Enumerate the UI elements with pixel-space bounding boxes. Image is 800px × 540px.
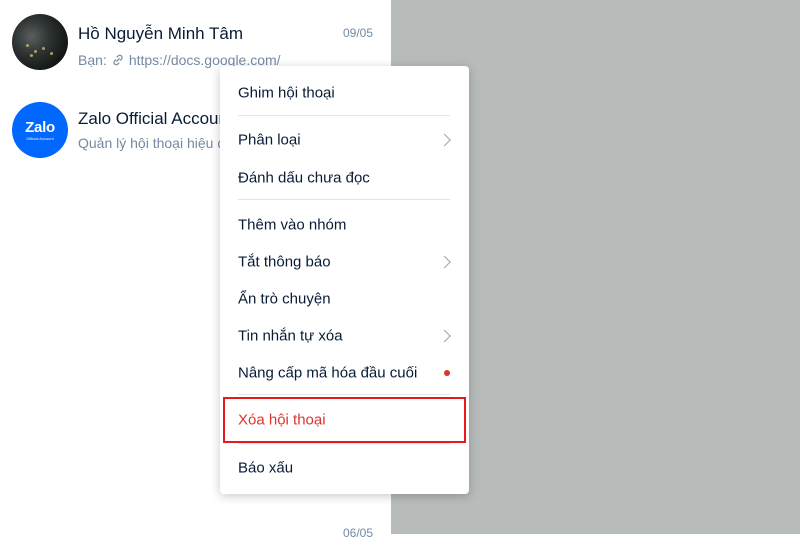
new-badge-dot <box>444 370 450 376</box>
menu-divider <box>238 199 450 200</box>
zalo-logo: Zalo <box>25 119 55 136</box>
conversation-date: 09/05 <box>342 26 373 40</box>
menu-item-label: Ghim hội thoại <box>238 84 335 102</box>
menu-item-classify[interactable]: Phân loại <box>220 123 469 157</box>
menu-item-mute[interactable]: Tắt thông báo <box>220 245 469 279</box>
menu-item-label: Tắt thông báo <box>238 253 331 271</box>
menu-item-e2ee[interactable]: Nâng cấp mã hóa đầu cuối <box>220 356 469 390</box>
link-icon <box>113 54 123 66</box>
zalo-oa-avatar: Zalo Official Account <box>12 102 68 158</box>
menu-item-mark-unread[interactable]: Đánh dấu chưa đọc <box>220 161 469 195</box>
menu-item-label: Nâng cấp mã hóa đầu cuối <box>238 364 418 382</box>
conversation-name: Hồ Nguyễn Minh Tâm <box>78 24 244 43</box>
menu-item-auto-delete[interactable]: Tin nhắn tự xóa <box>220 319 469 353</box>
conversation-preview: Quản lý hội thoại hiệu quả <box>78 135 241 151</box>
conversation-date: 06/05 <box>342 526 373 540</box>
menu-item-hide[interactable]: Ẩn trò chuyện <box>220 282 469 316</box>
menu-item-report[interactable]: Báo xấu <box>220 451 469 485</box>
menu-item-label: Ẩn trò chuyện <box>238 290 331 308</box>
menu-item-pin[interactable]: Ghim hội thoại <box>220 76 469 110</box>
zalo-logo-subtitle: Official Account <box>26 136 54 141</box>
chevron-right-icon <box>438 255 451 269</box>
chevron-right-icon <box>438 133 451 147</box>
menu-divider <box>238 115 450 116</box>
menu-item-label: Đánh dấu chưa đọc <box>238 169 370 187</box>
avatar <box>12 14 68 70</box>
conversation-name: Zalo Official Account <box>78 109 233 128</box>
menu-divider <box>238 394 450 395</box>
chevron-right-icon <box>438 329 451 343</box>
menu-item-label: Phân loại <box>238 131 301 149</box>
highlight-annotation <box>223 397 466 443</box>
preview-prefix: Bạn: <box>78 52 107 68</box>
menu-item-label: Thêm vào nhóm <box>238 216 347 234</box>
menu-item-add-to-group[interactable]: Thêm vào nhóm <box>220 208 469 242</box>
menu-divider <box>238 443 450 444</box>
menu-item-label: Báo xấu <box>238 459 294 477</box>
menu-item-label: Tin nhắn tự xóa <box>238 327 343 345</box>
